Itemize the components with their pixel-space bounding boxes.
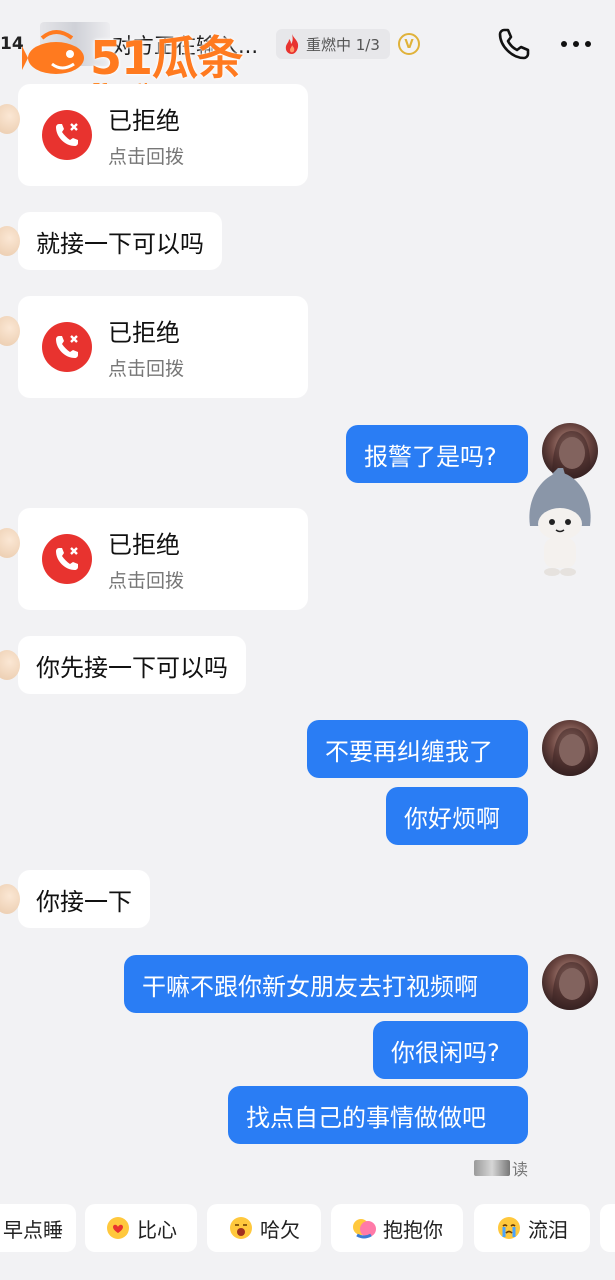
message-row: 干嘛不跟你新女朋友去打视频啊 xyxy=(124,955,528,1013)
heart-hands-emoji-icon xyxy=(107,1217,129,1239)
incoming-message-bubble[interactable]: 就接一下可以吗 xyxy=(18,212,222,270)
streak-status-text: 重燃中 1/3 xyxy=(306,35,380,54)
quick-reply-chip[interactable]: 比心 xyxy=(85,1204,197,1252)
message-row: 你很闲吗? xyxy=(373,1021,528,1079)
contact-avatar[interactable] xyxy=(0,316,20,346)
message-row: 已拒绝 点击回拨 xyxy=(0,508,308,610)
my-avatar[interactable] xyxy=(542,720,598,776)
quick-reply-chip[interactable]: 哈欠 xyxy=(207,1204,321,1252)
callback-label: 点击回拨 xyxy=(108,358,185,380)
chat-header: 14 对方正在输入... 重燃中 1/3 V 51瓜条 51guatiao.co… xyxy=(0,0,615,97)
more-options-icon[interactable] xyxy=(558,30,594,58)
quick-reply-chip[interactable]: 流泪 xyxy=(474,1204,590,1252)
shark-cat-sticker[interactable] xyxy=(522,468,598,578)
message-row: 你接一下 xyxy=(0,870,150,928)
crying-emoji-icon xyxy=(498,1217,520,1239)
quick-reply-label: 抱抱你 xyxy=(383,1217,443,1242)
outgoing-message-bubble[interactable]: 不要再纠缠我了 xyxy=(307,720,528,778)
call-declined-icon xyxy=(42,110,92,160)
contact-typing-status: 对方正在输入... xyxy=(112,34,259,58)
message-row: 你好烦啊 xyxy=(386,787,528,845)
verified-v-badge: V xyxy=(398,33,420,55)
contact-avatar[interactable] xyxy=(0,226,20,256)
missed-call-card[interactable]: 已拒绝 点击回拨 xyxy=(18,508,308,610)
message-row: 不要再纠缠我了 xyxy=(307,720,528,778)
call-status-label: 已拒绝 xyxy=(108,531,180,559)
contact-avatar-blurred[interactable] xyxy=(40,22,110,66)
read-label: 读 xyxy=(512,1160,529,1179)
bottom-edge xyxy=(0,1262,615,1280)
call-declined-icon xyxy=(42,322,92,372)
call-status-label: 已拒绝 xyxy=(108,319,180,347)
contact-avatar[interactable] xyxy=(0,528,20,558)
quick-reply-chip[interactable]: 抱抱你 xyxy=(331,1204,463,1252)
contact-avatar[interactable] xyxy=(0,884,20,914)
avatar-photo-icon xyxy=(552,728,591,776)
message-row: 已拒绝 点击回拨 xyxy=(0,296,308,398)
hug-emoji-icon xyxy=(353,1219,376,1239)
missed-call-card[interactable]: 已拒绝 点击回拨 xyxy=(18,84,308,186)
quick-reply-chip[interactable]: 早点睡 xyxy=(0,1204,76,1252)
quick-reply-bar: 早点睡 比心 哈欠 抱抱你 流泪 xyxy=(0,1204,615,1254)
message-row: 找点自己的事情做做吧 xyxy=(228,1086,528,1144)
message-row: 就接一下可以吗 xyxy=(0,212,222,270)
read-receipt: 读 xyxy=(474,1156,528,1180)
call-declined-icon xyxy=(42,534,92,584)
outgoing-message-bubble[interactable]: 干嘛不跟你新女朋友去打视频啊 xyxy=(124,955,528,1013)
contact-avatar[interactable] xyxy=(0,104,20,134)
streak-status-pill[interactable]: 重燃中 1/3 xyxy=(276,29,390,59)
read-receipt-blur xyxy=(474,1160,510,1176)
avatar-photo-icon xyxy=(552,962,591,1010)
quick-reply-label: 流泪 xyxy=(528,1217,568,1242)
outgoing-message-bubble[interactable]: 你很闲吗? xyxy=(373,1021,528,1079)
callback-label: 点击回拨 xyxy=(108,570,185,592)
quick-reply-label: 哈欠 xyxy=(260,1217,300,1242)
callback-label: 点击回拨 xyxy=(108,146,185,168)
my-avatar[interactable] xyxy=(542,954,598,1010)
contact-avatar[interactable] xyxy=(0,650,20,680)
outgoing-message-bubble[interactable]: 找点自己的事情做做吧 xyxy=(228,1086,528,1144)
quick-reply-label: 早点睡 xyxy=(3,1217,63,1242)
phone-call-icon[interactable] xyxy=(496,26,532,62)
unread-count-badge[interactable]: 14 xyxy=(0,34,24,54)
incoming-message-bubble[interactable]: 你接一下 xyxy=(18,870,150,928)
missed-call-card[interactable]: 已拒绝 点击回拨 xyxy=(18,296,308,398)
message-row: 你先接一下可以吗 xyxy=(0,636,246,694)
quick-reply-label: 比心 xyxy=(137,1217,177,1242)
quick-reply-chip-partial[interactable] xyxy=(600,1204,615,1252)
incoming-message-bubble[interactable]: 你先接一下可以吗 xyxy=(18,636,246,694)
call-status-label: 已拒绝 xyxy=(108,107,180,135)
yawn-emoji-icon xyxy=(230,1217,252,1239)
outgoing-message-bubble[interactable]: 你好烦啊 xyxy=(386,787,528,845)
fire-icon xyxy=(285,34,299,54)
message-row: 已拒绝 点击回拨 xyxy=(0,84,308,186)
outgoing-message-bubble[interactable]: 报警了是吗? xyxy=(346,425,528,483)
message-row: 报警了是吗? xyxy=(346,425,528,483)
